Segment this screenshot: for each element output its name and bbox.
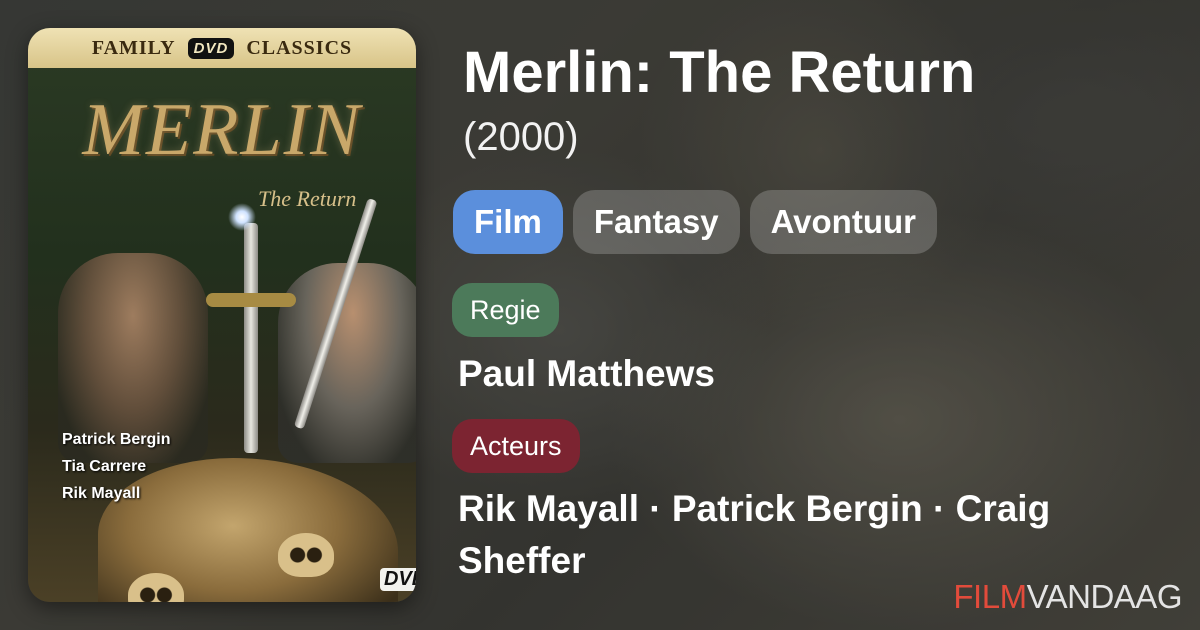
poster-cast-name: Rik Mayall <box>62 485 141 502</box>
poster-dvd-badge: DVD <box>187 37 235 59</box>
poster-dvd-logo: DVD <box>380 568 416 591</box>
actors-label: Acteurs <box>452 419 580 473</box>
poster-subtitle: The Return <box>258 186 357 211</box>
poster-star-glow <box>228 203 256 231</box>
poster-cast-name: Patrick Bergin <box>62 431 171 448</box>
poster-sword-guard <box>206 293 296 307</box>
poster-banner: FAMILY DVD CLASSICS <box>28 28 416 68</box>
brand-logo-part1: FILM <box>953 578 1027 615</box>
tag-fantasy[interactable]: Fantasy <box>572 190 740 254</box>
movie-title: Merlin: The Return <box>463 40 976 105</box>
movie-poster: FAMILY DVD CLASSICS MERLIN The Return Pa… <box>28 28 416 602</box>
poster-cast-name: Tia Carrere <box>62 458 147 475</box>
director-label: Regie <box>452 283 559 337</box>
movie-year: (2000) <box>463 115 579 159</box>
brand-logo-part2: VANDAAG <box>1026 578 1183 615</box>
poster-title: MERLIN <box>82 89 362 171</box>
tag-film[interactable]: Film <box>453 190 563 254</box>
poster-skull <box>278 533 334 577</box>
poster-banner-left: FAMILY <box>91 36 176 59</box>
tag-avontuur[interactable]: Avontuur <box>749 190 937 254</box>
tag-list: Film Fantasy Avontuur <box>453 190 937 254</box>
brand-logo: FILMVANDAAG <box>953 578 1182 616</box>
poster-sword <box>244 223 258 453</box>
poster-banner-right: CLASSICS <box>246 36 353 59</box>
poster-cast: Patrick Bergin Tia Carrere Rik Mayall <box>62 426 170 507</box>
director-name: Paul Matthews <box>458 353 715 394</box>
actors-list: Rik Mayall · Patrick Bergin · Craig Shef… <box>458 488 1051 581</box>
